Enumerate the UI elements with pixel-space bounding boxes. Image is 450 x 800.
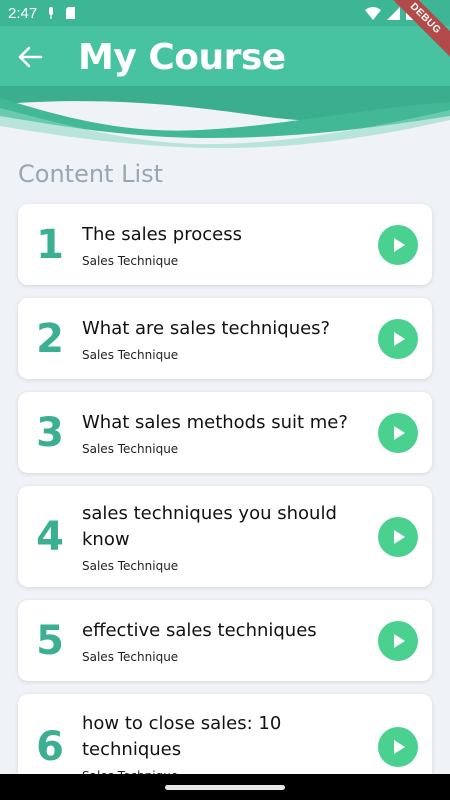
course-title: how to close sales: 10 techniques [82,712,282,760]
course-card[interactable]: 5 effective sales techniques Sales Techn… [18,600,432,681]
signal-icon [387,6,400,20]
course-subtitle: Sales Technique [82,649,179,664]
play-button[interactable] [378,412,418,453]
course-number: 5 [36,617,64,664]
play-button[interactable] [378,516,418,557]
play-icon [394,529,405,544]
course-subtitle: Sales Technique [82,441,179,456]
course-number: 1 [36,221,64,268]
play-button[interactable] [378,224,418,265]
course-title: The sales process [82,223,242,245]
arrow-left-icon [18,46,43,68]
course-number: 6 [36,723,64,770]
play-button[interactable] [378,318,418,359]
system-navigation-bar [0,774,450,800]
section-title: Content List [18,160,164,188]
course-subtitle: Sales Technique [82,347,179,362]
course-title: sales techniques you should know [82,502,337,550]
header-wave-decoration [0,86,450,148]
play-icon [394,425,405,440]
play-icon [394,331,405,346]
course-card[interactable]: 1 The sales process Sales Technique [18,204,432,285]
course-title: What are sales techniques? [82,317,331,339]
status-bar: 2:47 [0,0,450,26]
app-bar: My Course [0,26,450,88]
page-title: My Course [78,36,286,78]
course-card[interactable]: 4 sales techniques you should know Sales… [18,486,432,587]
course-title: What sales methods suit me? [82,411,348,433]
microphone-icon [49,7,54,19]
wifi-icon [365,6,381,20]
course-number: 2 [36,315,64,362]
back-button[interactable] [0,26,60,88]
play-button[interactable] [378,726,418,767]
play-icon [394,633,405,648]
course-card[interactable]: 3 What sales methods suit me? Sales Tech… [18,392,432,473]
course-card[interactable]: 2 What are sales techniques? Sales Techn… [18,298,432,379]
home-gesture-handle[interactable] [165,785,285,790]
course-subtitle: Sales Technique [82,558,179,573]
play-button[interactable] [378,620,418,661]
play-icon [394,739,405,754]
course-subtitle: Sales Technique [82,253,179,268]
course-title: effective sales techniques [82,619,317,641]
course-number: 3 [36,409,64,456]
play-icon [394,237,405,252]
sd-card-icon [66,7,76,19]
course-number: 4 [36,513,64,560]
status-time: 2:47 [8,4,38,22]
